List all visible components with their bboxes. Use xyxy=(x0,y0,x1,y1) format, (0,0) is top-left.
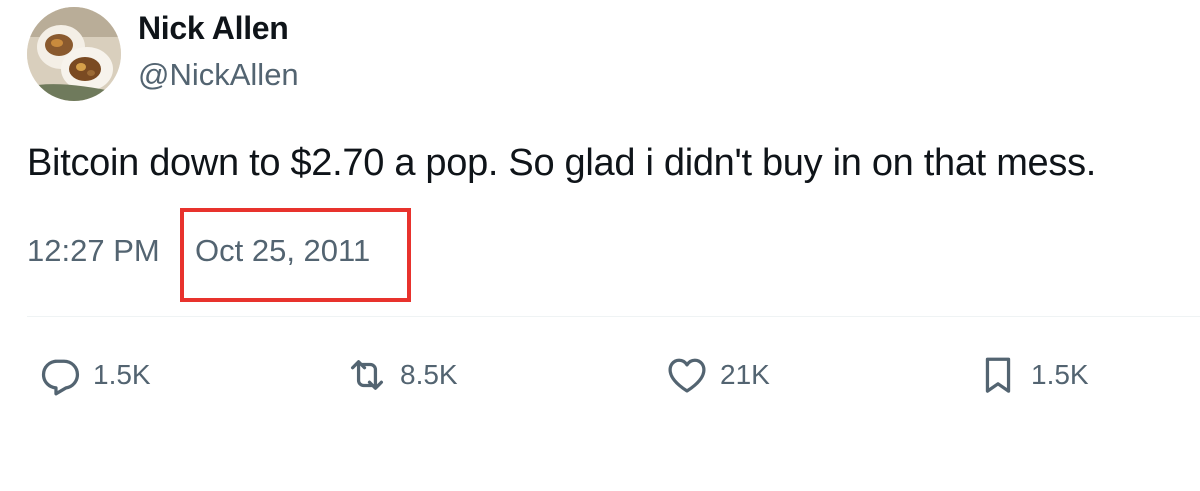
bookmark-icon xyxy=(975,352,1021,398)
display-name[interactable]: Nick Allen xyxy=(138,10,289,47)
avatar-image xyxy=(27,7,121,101)
tweet-text: Bitcoin down to $2.70 a pop. So glad i d… xyxy=(27,142,1097,184)
like-count: 21K xyxy=(720,359,770,390)
tweet-time[interactable]: 12:27 PM xyxy=(27,233,160,269)
date-highlight-box xyxy=(180,208,411,302)
bookmark-count: 1.5K xyxy=(1031,359,1089,390)
reply-icon xyxy=(37,352,83,398)
reply-count: 1.5K xyxy=(93,359,151,390)
retweet-icon xyxy=(344,352,390,398)
handle[interactable]: @NickAllen xyxy=(138,57,299,93)
reply-button[interactable]: 1.5K xyxy=(37,350,151,400)
bookmark-button[interactable]: 1.5K xyxy=(975,350,1089,400)
retweet-count: 8.5K xyxy=(400,359,458,390)
retweet-button[interactable]: 8.5K xyxy=(344,350,458,400)
like-button[interactable]: 21K xyxy=(664,350,770,400)
tweet-timestamp[interactable]: 12:27 PM Oct 25, 2011 xyxy=(27,233,370,269)
heart-icon xyxy=(664,352,710,398)
tweet: Nick Allen @NickAllen Bitcoin down to $2… xyxy=(0,0,1200,491)
avatar[interactable] xyxy=(27,7,121,101)
divider xyxy=(27,316,1200,317)
